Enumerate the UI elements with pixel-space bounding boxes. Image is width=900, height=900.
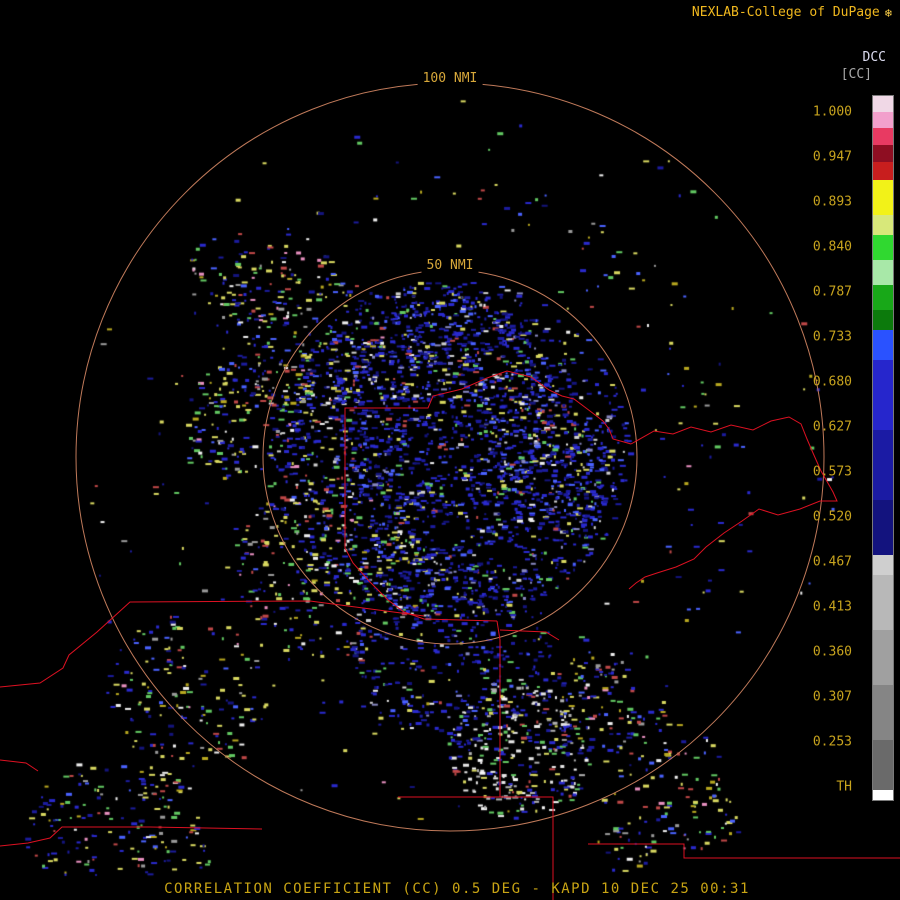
colorbar-label: 0.733 (813, 331, 852, 344)
colorbar-segment (873, 685, 893, 740)
colorbar-label: 0.840 (813, 241, 852, 254)
colorbar-segment (873, 630, 893, 685)
range-ring (263, 270, 637, 644)
county-boundary (0, 601, 424, 687)
county-boundary (345, 548, 497, 621)
colorbar-label: 1.000 (813, 106, 852, 119)
attribution: NEXLAB-College of DuPage ❄ (692, 5, 892, 20)
colorbar-label: 0.573 (813, 466, 852, 479)
colorbar-label: 0.467 (813, 556, 852, 569)
county-boundary (0, 827, 262, 846)
colorbar-segment (873, 112, 893, 128)
colorbar-label: 0.307 (813, 691, 852, 704)
colorbar-segment (873, 790, 893, 800)
product-code-label: DCC (863, 50, 886, 65)
map-overlay (0, 0, 900, 900)
colorbar-label: 0.947 (813, 151, 852, 164)
range-ring (76, 83, 824, 831)
colorbar-segment (873, 430, 893, 500)
colorbar (872, 95, 894, 801)
county-boundary (588, 844, 900, 858)
colorbar-label: 0.253 (813, 736, 852, 749)
range-ring-label-50nmi: 50 NMI (422, 257, 479, 274)
colorbar-segment (873, 180, 893, 215)
colorbar-label: 0.360 (813, 646, 852, 659)
colorbar-segment (873, 330, 893, 360)
colorbar-segment (873, 360, 893, 430)
colorbar-label: 0.413 (813, 601, 852, 614)
colorbar-segment (873, 310, 893, 330)
colorbar-segment (873, 500, 893, 555)
colorbar-label: 0.893 (813, 196, 852, 209)
colorbar-segment (873, 555, 893, 575)
colorbar-segment (873, 162, 893, 180)
colorbar-label: TH (836, 781, 852, 794)
colorbar-label: 0.520 (813, 511, 852, 524)
county-boundary (497, 621, 500, 797)
colorbar-segment (873, 235, 893, 260)
nexlab-logo-icon: ❄ (885, 6, 892, 20)
colorbar-label: 0.627 (813, 421, 852, 434)
attribution-text: NEXLAB-College of DuPage (692, 5, 880, 20)
colorbar-segment (873, 285, 893, 310)
radar-display: NEXLAB-College of DuPage ❄ DCC [CC] 1.00… (0, 0, 900, 900)
colorbar-segment (873, 740, 893, 790)
county-boundary (629, 417, 837, 589)
product-caption: CORRELATION COEFFICIENT (CC) 0.5 DEG - K… (164, 881, 750, 897)
colorbar-segment (873, 260, 893, 285)
colorbar-label: 0.680 (813, 376, 852, 389)
colorbar-segment (873, 215, 893, 235)
county-boundary (345, 371, 631, 548)
colorbar-segment (873, 145, 893, 162)
colorbar-segment (873, 128, 893, 145)
colorbar-label: 0.787 (813, 286, 852, 299)
colorbar-segment (873, 96, 893, 112)
product-unit-label: [CC] (841, 67, 872, 82)
range-ring-label-100nmi: 100 NMI (418, 70, 483, 87)
county-boundary (0, 760, 38, 771)
colorbar-segment (873, 575, 893, 630)
